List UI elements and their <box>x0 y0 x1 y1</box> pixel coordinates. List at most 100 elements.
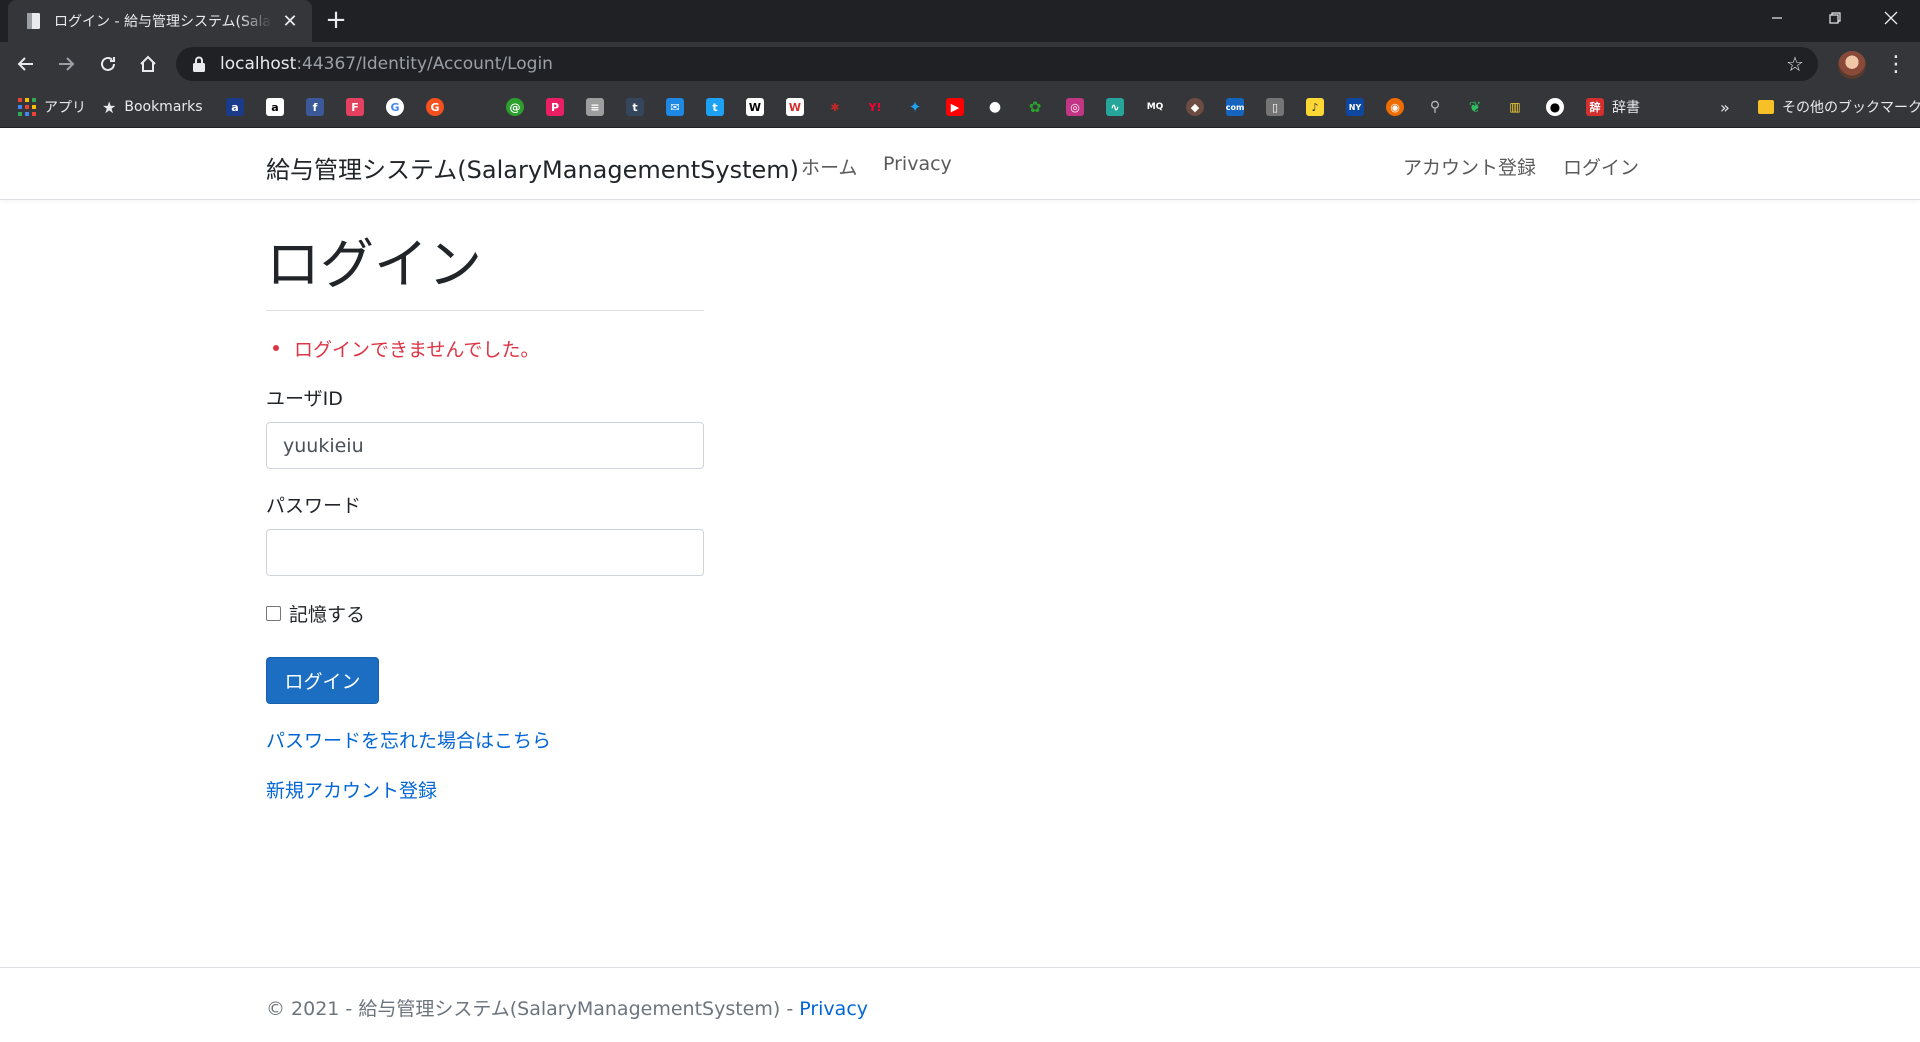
page-title: ログイン <box>266 233 482 296</box>
address-bar[interactable]: localhost:44367/Identity/Account/Login ☆ <box>176 47 1818 81</box>
forward-arrow-icon[interactable] <box>50 48 82 80</box>
page-favicon-icon <box>24 11 44 31</box>
bookmark-site-18[interactable]: ▶ <box>946 96 964 118</box>
bookmark-f-icon: F <box>346 98 364 116</box>
phone-icon: ▯ <box>1266 98 1284 116</box>
browser-tabstrip: ログイン - 給与管理システム(SalaryManagementSystem) … <box>0 0 1920 42</box>
bookmark-apps[interactable]: アプリ <box>18 96 86 118</box>
facebook-icon: f <box>306 98 324 116</box>
news-icon: NY <box>1346 98 1364 116</box>
bookmark-apps-label: アプリ <box>44 100 86 116</box>
bookmark-site-32[interactable]: ▥ <box>1506 96 1524 118</box>
nav-register-link[interactable]: アカウント登録 <box>1403 153 1536 180</box>
bookmark-site-9[interactable]: ≡ <box>586 96 604 118</box>
userid-label: ユーザID <box>266 388 343 410</box>
login-button[interactable]: ログイン <box>266 657 379 704</box>
tumblr-icon: t <box>626 98 644 116</box>
bookmark-green-icon: @ <box>506 98 524 116</box>
twitter-square-icon: t <box>706 98 724 116</box>
bookmark-jisho[interactable]: 辞 辞書 <box>1586 96 1640 118</box>
bookmark-bookmarks-label: Bookmarks <box>124 99 203 115</box>
minimize-icon[interactable] <box>1748 0 1806 36</box>
restore-icon[interactable] <box>1806 0 1864 36</box>
bookmark-star-icon[interactable]: ☆ <box>1784 53 1806 75</box>
bookmark-site-30[interactable]: ⚲ <box>1426 96 1444 118</box>
close-tab-icon[interactable]: ✕ <box>278 9 302 33</box>
bookmark-site-22[interactable]: ∿ <box>1106 96 1124 118</box>
profile-avatar[interactable] <box>1838 51 1866 79</box>
dictionary-icon: 辞 <box>1586 98 1604 116</box>
validation-summary: ログインできませんでした。 <box>272 335 539 362</box>
bookmark-site-10[interactable]: t <box>626 96 644 118</box>
nav-home-link[interactable]: ホーム <box>801 153 857 180</box>
bookmark-site-24[interactable]: ◆ <box>1186 96 1204 118</box>
bookmark-site-12[interactable]: t <box>706 96 724 118</box>
remember-me[interactable]: 記憶する <box>266 600 365 627</box>
bookmark-bookmarks[interactable]: ★ Bookmarks <box>102 96 203 118</box>
bookmark-site-7[interactable]: @ <box>506 96 524 118</box>
browser-menu-icon[interactable]: ⋮ <box>1880 48 1912 80</box>
footer: © 2021 - 給与管理システム(SalaryManagementSystem… <box>266 994 868 1021</box>
close-window-icon[interactable] <box>1862 0 1920 36</box>
bookmark-site-5[interactable]: G <box>386 96 404 118</box>
userid-input[interactable] <box>266 422 704 469</box>
overflow-chevron-icon: » <box>1720 97 1730 117</box>
com-icon: com <box>1226 98 1244 116</box>
nav-login-link[interactable]: ログイン <box>1563 153 1639 180</box>
bookmark-site-26[interactable]: ▯ <box>1266 96 1284 118</box>
nav-privacy-link[interactable]: Privacy <box>883 153 952 175</box>
instagram-icon: ◎ <box>1066 98 1084 116</box>
footer-privacy-link[interactable]: Privacy <box>799 998 868 1020</box>
bookmark-site-3[interactable]: f <box>306 96 324 118</box>
browser-tab[interactable]: ログイン - 給与管理システム(SalaryManagementSystem) … <box>8 0 312 42</box>
twitter-icon: ✦ <box>906 98 924 116</box>
bookmarks-overflow-button[interactable]: » <box>1720 96 1730 118</box>
remember-label: 記憶する <box>289 604 366 626</box>
bookmark-site-27[interactable]: ♪ <box>1306 96 1324 118</box>
bookmark-site-16[interactable]: Y! <box>866 96 884 118</box>
bookmark-site-31[interactable]: ❦ <box>1466 96 1484 118</box>
bookmark-site-33[interactable]: ● <box>1546 96 1564 118</box>
bookmark-site-28[interactable]: NY <box>1346 96 1364 118</box>
site-navbar: 給与管理システム(SalaryManagementSystem) ホーム Pri… <box>0 128 1920 200</box>
reload-icon[interactable] <box>92 48 124 80</box>
bookmark-site-6[interactable]: G <box>426 96 444 118</box>
music-icon: ♪ <box>1306 98 1324 116</box>
bookmark-site-23[interactable]: MQ <box>1146 96 1164 118</box>
bookmark-site-14[interactable]: W <box>786 96 804 118</box>
folder-icon <box>1758 100 1774 114</box>
bookmark-site-1[interactable]: a <box>226 96 244 118</box>
brand-link[interactable]: 給与管理システム(SalaryManagementSystem) <box>266 150 799 185</box>
browser-toolbar: localhost:44367/Identity/Account/Login ☆… <box>0 42 1920 86</box>
home-icon[interactable] <box>132 48 164 80</box>
bookmark-site-13[interactable]: W <box>746 96 764 118</box>
youtube-icon: ▶ <box>946 98 964 116</box>
document-icon: ≡ <box>586 98 604 116</box>
bookmark-site-17[interactable]: ✦ <box>906 96 924 118</box>
remember-checkbox[interactable] <box>266 606 281 621</box>
bookmark-other-folder[interactable]: その他のブックマーク <box>1758 96 1920 118</box>
bookmark-site-15[interactable]: ✱ <box>826 96 844 118</box>
bookmark-site-29[interactable]: ◉ <box>1386 96 1404 118</box>
new-tab-icon[interactable]: + <box>322 7 350 33</box>
password-input[interactable] <box>266 529 704 576</box>
footer-divider <box>0 967 1920 968</box>
bookmark-site-11[interactable]: ✉ <box>666 96 684 118</box>
paw-icon: ✱ <box>826 98 844 116</box>
register-account-link[interactable]: 新規アカウント登録 <box>266 776 437 803</box>
bookmark-site-25[interactable]: com <box>1226 96 1244 118</box>
url-host: localhost <box>220 54 297 74</box>
bookmark-site-2[interactable]: a <box>266 96 284 118</box>
back-arrow-icon[interactable] <box>10 48 42 80</box>
pixiv-icon: P <box>546 98 564 116</box>
bookmark-site-19[interactable]: ● <box>986 96 1004 118</box>
github-icon: ● <box>1546 98 1564 116</box>
badge-icon: ◆ <box>1186 98 1204 116</box>
bookmark-site-21[interactable]: ◎ <box>1066 96 1084 118</box>
lock-icon[interactable] <box>192 56 206 72</box>
forgot-password-link[interactable]: パスワードを忘れた場合はこちら <box>266 726 551 753</box>
bookmarks-bar: アプリ ★ Bookmarks a a f F G G @ P ≡ t ✉ t … <box>0 86 1920 128</box>
bookmark-site-4[interactable]: F <box>346 96 364 118</box>
bookmark-site-8[interactable]: P <box>546 96 564 118</box>
bookmark-site-20[interactable]: ✿ <box>1026 96 1044 118</box>
